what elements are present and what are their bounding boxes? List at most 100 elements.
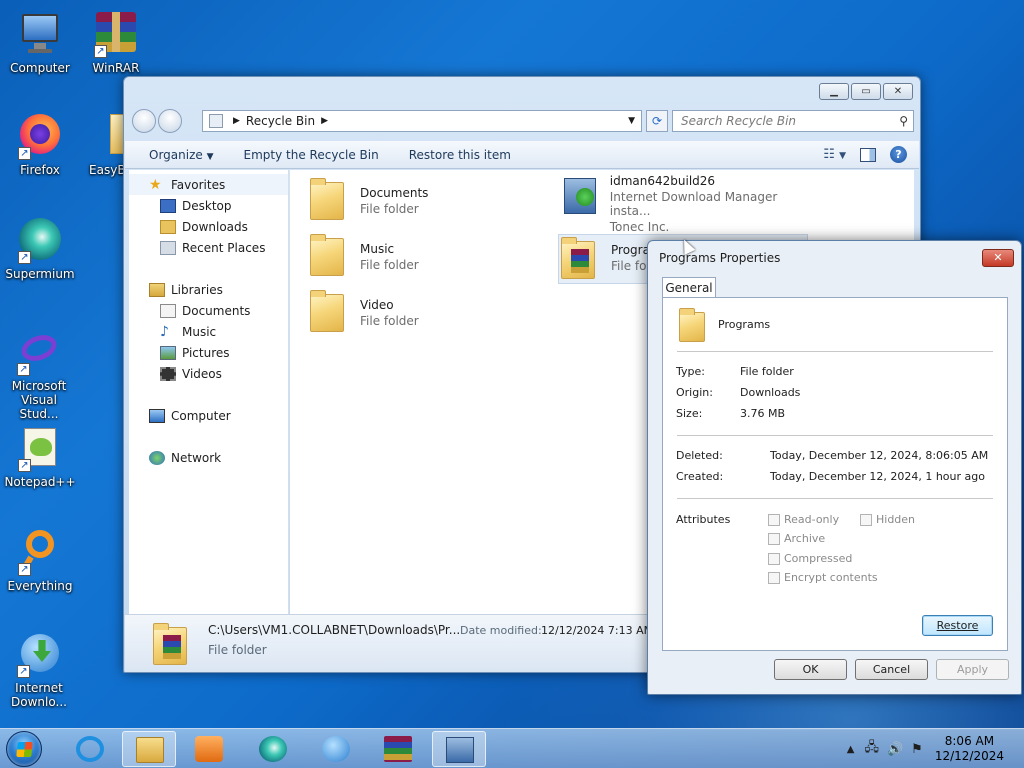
close-button[interactable]: ✕ xyxy=(883,83,913,100)
list-item[interactable]: idman642build26 Internet Download Manager… xyxy=(560,170,810,234)
nav-recent-places[interactable]: Recent Places xyxy=(129,237,288,258)
desktop-icon xyxy=(160,198,176,213)
hidden-checkbox[interactable]: Hidden xyxy=(860,513,915,526)
taskbar-installer[interactable] xyxy=(432,731,486,767)
show-hidden-icons-icon[interactable]: ▲ xyxy=(847,744,855,755)
organize-button[interactable]: Organize ▼ xyxy=(149,148,214,162)
taskbar-supermium[interactable] xyxy=(246,731,300,767)
nav-computer[interactable]: Computer xyxy=(129,405,288,426)
internet-download-manager-icon xyxy=(322,736,350,762)
computer-icon xyxy=(149,408,165,423)
taskbar-explorer[interactable] xyxy=(122,731,176,767)
desktop-icon-firefox[interactable]: ↗ Firefox xyxy=(2,112,78,177)
breadcrumb-recycle-bin[interactable]: Recycle Bin xyxy=(246,114,315,128)
nav-videos[interactable]: Videos xyxy=(129,363,288,384)
list-item[interactable]: Documents File folder xyxy=(308,176,558,226)
window-controls: ▁ ▭ ✕ xyxy=(819,83,913,100)
desktop-icon-visual-studio[interactable]: ↗ Microsoft Visual Stud... xyxy=(0,328,78,421)
libraries-icon xyxy=(149,282,165,297)
compressed-checkbox[interactable]: Compressed xyxy=(768,552,852,565)
music-icon: ♪ xyxy=(160,323,169,340)
breadcrumb-arrow-icon[interactable]: ▶ xyxy=(321,116,328,126)
restore-item-button[interactable]: Restore this item xyxy=(409,148,511,162)
nav-favorites[interactable]: ★ Favorites xyxy=(129,174,288,195)
nav-desktop[interactable]: Desktop xyxy=(129,195,288,216)
deleted-label: Deleted: xyxy=(676,449,723,462)
forward-button[interactable] xyxy=(158,109,182,133)
desktop-icon-computer[interactable]: Computer xyxy=(2,10,78,75)
shortcut-arrow-icon: ↗ xyxy=(17,665,30,678)
media-player-icon xyxy=(195,736,223,762)
network-icon[interactable]: 🖧 xyxy=(864,738,879,760)
archive-checkbox[interactable]: Archive xyxy=(768,532,825,545)
folder-icon xyxy=(308,232,348,278)
breadcrumb-arrow-icon[interactable]: ▶ xyxy=(233,116,240,126)
address-dropdown-icon[interactable]: ▼ xyxy=(628,116,635,126)
dialog-title: Programs Properties xyxy=(659,251,781,265)
supermium-icon: ↗ xyxy=(16,216,64,264)
network-icon xyxy=(149,450,165,465)
address-bar[interactable]: ▶ Recycle Bin ▶ ▼ xyxy=(202,110,642,132)
volume-icon[interactable]: 🔊 xyxy=(887,742,903,757)
nav-pictures[interactable]: Pictures xyxy=(129,342,288,363)
search-icon: ⚲ xyxy=(899,114,908,128)
start-button[interactable] xyxy=(6,731,42,767)
divider xyxy=(677,351,993,352)
size-label: Size: xyxy=(676,407,703,420)
size-value: 3.76 MB xyxy=(740,407,786,420)
list-item[interactable]: Video File folder xyxy=(308,288,558,338)
nav-network[interactable]: Network xyxy=(129,447,288,468)
internet-download-manager-icon: ↗ xyxy=(15,630,63,678)
origin-value: Downloads xyxy=(740,386,801,399)
everything-icon: ↗ xyxy=(16,528,64,576)
divider xyxy=(677,498,993,499)
minimize-button[interactable]: ▁ xyxy=(819,83,849,100)
nav-music[interactable]: ♪ Music xyxy=(129,321,288,342)
deleted-value: Today, December 12, 2024, 8:06:05 AM xyxy=(770,449,989,462)
winrar-folder-icon xyxy=(151,621,187,667)
nav-documents[interactable]: Documents xyxy=(129,300,288,321)
empty-recycle-bin-button[interactable]: Empty the Recycle Bin xyxy=(244,148,379,162)
taskbar-media-player[interactable] xyxy=(182,731,236,767)
shortcut-arrow-icon: ↗ xyxy=(18,459,31,472)
apply-button[interactable]: Apply xyxy=(936,659,1009,680)
notepadpp-icon: ↗ xyxy=(16,424,64,472)
preview-pane-icon[interactable] xyxy=(860,147,876,162)
readonly-checkbox[interactable]: Read-only xyxy=(768,513,839,526)
taskbar-ie[interactable] xyxy=(63,731,117,767)
desktop-icon-winrar[interactable]: ↗ WinRAR xyxy=(78,10,154,75)
clock[interactable]: 8:06 AM 12/12/2024 xyxy=(935,734,1004,764)
folder-icon xyxy=(308,176,348,222)
address-row: ▶ Recycle Bin ▶ ▼ ⟳ Search Recycle Bin ⚲ xyxy=(132,109,914,133)
maximize-button[interactable]: ▭ xyxy=(851,83,881,100)
supermium-icon xyxy=(259,736,287,762)
restore-button[interactable]: Restore xyxy=(922,615,993,636)
desktop-icon-idm[interactable]: ↗ Internet Downlo... xyxy=(0,630,78,709)
shortcut-arrow-icon: ↗ xyxy=(18,563,31,576)
desktop-icon-notepadpp[interactable]: ↗ Notepad++ xyxy=(2,424,78,489)
shortcut-arrow-icon: ↗ xyxy=(94,45,107,58)
explorer-folder-icon xyxy=(136,737,164,763)
ok-button[interactable]: OK xyxy=(774,659,847,680)
properties-dialog[interactable]: Programs Properties ✕ General Programs T… xyxy=(647,240,1022,695)
refresh-button[interactable]: ⟳ xyxy=(646,110,668,132)
list-item[interactable]: Music File folder xyxy=(308,232,558,282)
close-button[interactable]: ✕ xyxy=(982,249,1014,267)
help-icon[interactable]: ? xyxy=(890,146,907,163)
desktop-icon-supermium[interactable]: ↗ Supermium xyxy=(2,216,78,281)
desktop-icon-everything[interactable]: ↗ Everything xyxy=(2,528,78,593)
taskbar-idm[interactable] xyxy=(309,731,363,767)
taskbar-winrar[interactable] xyxy=(371,731,425,767)
encrypt-checkbox[interactable]: Encrypt contents xyxy=(768,571,878,584)
view-options-icon[interactable]: ☷ ▼ xyxy=(823,147,846,162)
back-button[interactable] xyxy=(132,109,156,133)
search-input[interactable]: Search Recycle Bin ⚲ xyxy=(672,110,914,132)
winrar-folder-icon xyxy=(559,235,599,281)
installer-icon xyxy=(446,737,474,763)
tab-general[interactable]: General xyxy=(662,277,716,298)
nav-downloads[interactable]: Downloads xyxy=(129,216,288,237)
action-center-flag-icon[interactable]: ⚑ xyxy=(911,742,923,757)
cancel-button[interactable]: Cancel xyxy=(855,659,928,680)
nav-libraries[interactable]: Libraries xyxy=(129,279,288,300)
folder-icon xyxy=(677,308,713,344)
